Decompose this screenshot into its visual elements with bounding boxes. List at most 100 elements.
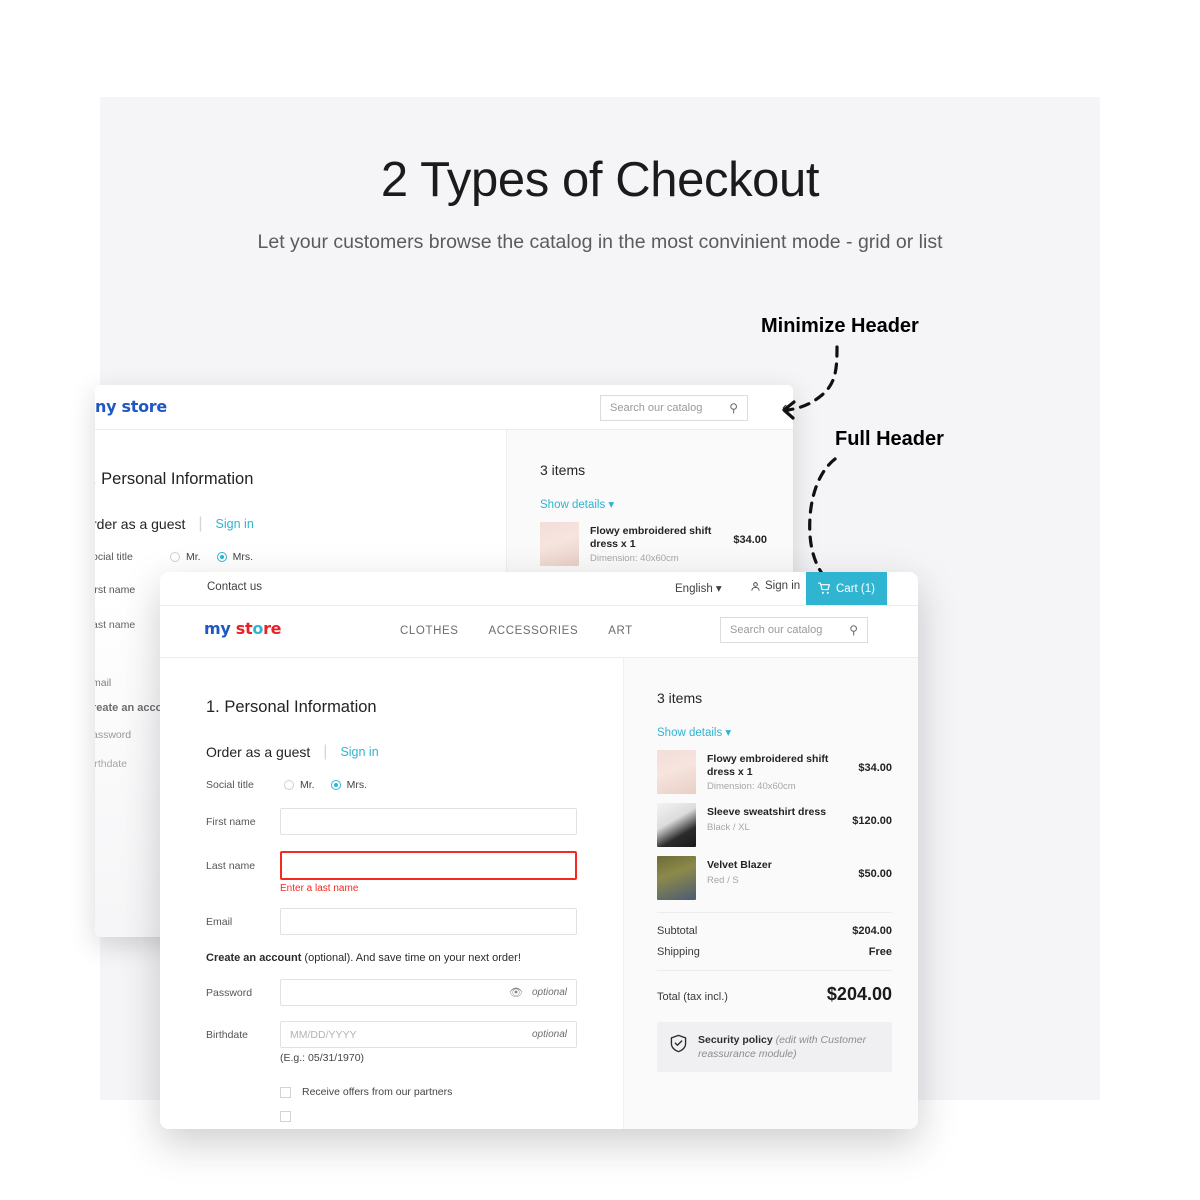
product-thumbnail — [657, 856, 696, 900]
back-last-name-label: ast name — [95, 619, 136, 631]
show-password-eye-icon[interactable]: 👁 — [509, 986, 523, 999]
email-input[interactable] — [280, 908, 577, 935]
logo-my: my — [204, 619, 231, 638]
sign-in-link[interactable]: Sign in — [750, 580, 800, 592]
email-row: Email — [206, 908, 577, 935]
show-details-link[interactable]: Show details ▾ — [657, 725, 892, 739]
logo-o: o — [252, 619, 264, 638]
contact-us-link[interactable]: Contact us — [207, 581, 262, 593]
secondary-checkbox-row[interactable] — [280, 1111, 577, 1122]
sign-in-label: Sign in — [765, 580, 801, 592]
top-utility-bar: Contact us English ▾ Sign in Cart (1) — [160, 572, 918, 606]
password-input[interactable]: 👁 optional — [280, 979, 577, 1006]
first-name-input[interactable] — [280, 808, 577, 835]
divider — [657, 970, 892, 971]
email-label: Email — [206, 915, 233, 928]
back-radio-mrs[interactable]: Mrs. — [216, 551, 253, 563]
shipping-value: Free — [868, 946, 892, 958]
full-header-window: Contact us English ▾ Sign in Cart (1) my… — [160, 572, 918, 1129]
logo-st: st — [235, 619, 253, 638]
back-email-label: mail — [95, 677, 112, 689]
cart-button[interactable]: Cart (1) — [806, 572, 887, 605]
back-product-price: $34.00 — [733, 534, 767, 546]
product-price: $120.00 — [852, 815, 892, 827]
shield-check-icon — [670, 1034, 687, 1053]
guest-row: Order as a guest | Sign in — [206, 743, 577, 761]
radio-mr-label: Mr. — [300, 779, 315, 791]
back-radio-mr[interactable]: Mr. — [170, 551, 201, 563]
product-attribute: Red / S — [707, 874, 739, 886]
order-as-guest-label: Order as a guest — [206, 744, 311, 760]
sign-in-link-form[interactable]: Sign in — [340, 745, 378, 759]
minimized-header: ny store Search our catalog ⚲ ‹ — [95, 385, 793, 430]
back-product-attr: Dimension: 40x60cm — [590, 553, 679, 564]
language-selector[interactable]: English ▾ — [675, 581, 722, 595]
chevron-down-icon: ▾ — [608, 499, 615, 511]
cart-item[interactable]: Flowy embroidered shift dress x 1 Dimens… — [657, 750, 892, 794]
back-divider: | — [198, 515, 203, 532]
checkbox-icon[interactable] — [280, 1111, 291, 1122]
product-attribute: Black / XL — [707, 821, 750, 833]
last-name-row: Last name — [206, 851, 577, 880]
radio-circle-icon — [170, 552, 180, 562]
nav-item-art[interactable]: ART — [608, 625, 633, 637]
product-attribute: Dimension: 40x60cm — [707, 781, 796, 792]
first-name-label: First name — [206, 815, 256, 828]
language-label: English — [675, 583, 713, 595]
back-product-name: Flowy embroidered shift dress x 1 — [590, 525, 712, 550]
annotation-full-header: Full Header — [835, 428, 944, 450]
main-header-bar: my store CLOTHES ACCESSORIES ART Search … — [160, 606, 918, 658]
create-account-rest: (optional). And save time on your next o… — [301, 952, 521, 964]
back-signin-link[interactable]: Sign in — [216, 517, 254, 531]
checkout-body: 1. Personal Information Order as a guest… — [160, 658, 918, 1129]
radio-mrs[interactable]: Mrs. — [330, 779, 368, 791]
create-account-bold: Create an account — [206, 952, 302, 964]
store-logo-minimized[interactable]: ny store — [95, 397, 167, 416]
promo-canvas: 2 Types of Checkout Let your customers b… — [95, 97, 1100, 1129]
primary-navigation: CLOTHES ACCESSORIES ART — [400, 625, 633, 637]
back-show-details-text: Show details — [540, 499, 606, 511]
collapse-chevron-icon[interactable]: ‹ — [782, 399, 787, 417]
nav-item-accessories[interactable]: ACCESSORIES — [489, 625, 579, 637]
social-title-label: Social title — [206, 779, 254, 791]
last-name-input[interactable] — [280, 851, 577, 880]
product-thumbnail — [540, 522, 579, 566]
shopping-cart-icon — [818, 582, 830, 594]
personal-information-form: 1. Personal Information Order as a guest… — [160, 658, 623, 1129]
search-box-minimized[interactable]: Search our catalog ⚲ — [600, 395, 748, 421]
user-icon — [751, 581, 760, 591]
cart-item[interactable]: Velvet Blazer Red / S $50.00 — [657, 856, 892, 900]
birthdate-input[interactable]: MM/DD/YYYY optional — [280, 1021, 577, 1048]
page-subtitle: Let your customers browse the catalog in… — [257, 231, 943, 253]
product-name: Sleeve sweatshirt dress — [707, 806, 827, 818]
checkbox-icon[interactable] — [280, 1086, 291, 1098]
radio-mr[interactable]: Mr. — [284, 779, 315, 791]
offers-checkbox-label: Receive offers from our partners — [302, 1086, 453, 1098]
store-logo[interactable]: my store — [204, 619, 282, 638]
back-social-title-label: ocial title — [95, 551, 133, 563]
back-cart-item: Flowy embroidered shift dress x 1 Dimens… — [540, 522, 767, 566]
radio-circle-selected-icon — [330, 780, 341, 790]
total-value: $204.00 — [826, 984, 892, 1004]
search-icon: ⚲ — [729, 401, 738, 415]
password-label: Password — [206, 986, 253, 999]
product-thumbnail — [657, 803, 696, 847]
shipping-label: Shipping — [657, 946, 700, 958]
guest-divider: | — [323, 743, 328, 760]
search-box[interactable]: Search our catalog ⚲ — [720, 617, 868, 643]
offers-checkbox-row[interactable]: Receive offers from our partners — [280, 1086, 577, 1098]
chevron-down-icon: ▾ — [715, 583, 722, 595]
back-show-details-link[interactable]: Show details ▾ — [540, 497, 767, 511]
product-name: Flowy embroidered shift dress x 1 — [707, 753, 829, 778]
radio-circle-icon — [284, 780, 294, 790]
radio-mrs-label: Mrs. — [346, 779, 368, 791]
nav-item-clothes[interactable]: CLOTHES — [400, 625, 459, 637]
search-icon[interactable]: ⚲ — [849, 623, 858, 637]
back-birthdate-label: irthdate — [95, 758, 128, 770]
security-policy-title: Security policy — [698, 1034, 773, 1046]
logo-re: re — [263, 619, 282, 638]
cart-item[interactable]: Sleeve sweatshirt dress Black / XL $120.… — [657, 803, 892, 847]
birthdate-label: Birthdate — [206, 1028, 249, 1041]
search-placeholder-minimized: Search our catalog — [610, 402, 703, 414]
product-name: Velvet Blazer — [707, 859, 772, 871]
